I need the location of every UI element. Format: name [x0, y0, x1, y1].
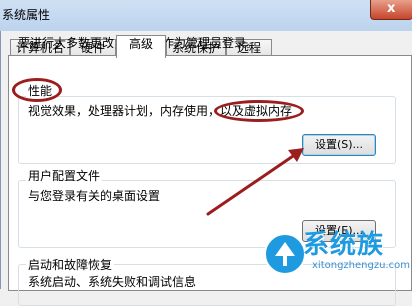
watermark-url: xitongzhengzu.com: [312, 260, 410, 271]
watermark-brand: 系统族: [303, 230, 385, 260]
tab-advanced[interactable]: 高级: [116, 35, 166, 58]
watermark-logo-icon: [264, 233, 306, 275]
watermark: 系统族 xitongzhengzu.com: [255, 224, 412, 289]
